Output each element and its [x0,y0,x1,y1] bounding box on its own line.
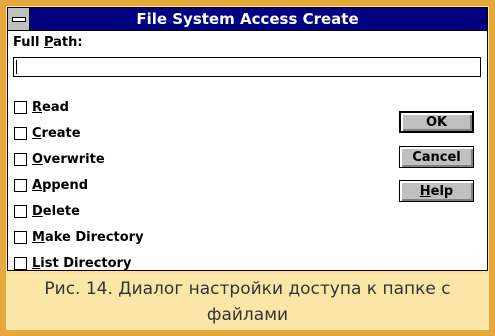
checkbox-label: Append [32,177,89,193]
dialog-window: File System Access Create Full Path: Rea… [7,7,488,271]
figure-caption: Рис. 14. Диалог настройки доступа к папк… [6,274,489,330]
read-checkbox[interactable]: Read [14,94,144,120]
full-path-label: Full Path: [13,35,83,50]
system-menu-icon [11,16,26,22]
append-checkbox[interactable]: Append [14,172,144,198]
checkbox-label: Overwrite [32,151,105,167]
create-checkbox[interactable]: Create [14,120,144,146]
checkbox-label: Create [32,125,81,141]
cancel-button[interactable]: Cancel [399,146,474,168]
checkbox-label: Delete [32,203,80,219]
checkbox-label: Make Directory [32,229,144,245]
checkbox-label: Read [32,99,69,115]
checkbox-box[interactable] [14,256,27,270]
full-path-input[interactable] [13,57,481,77]
list-directory-checkbox[interactable]: List Directory [14,250,144,276]
help-button[interactable]: Help [399,180,474,202]
checkbox-box[interactable] [14,152,27,166]
checkbox-label: List Directory [32,255,132,271]
title-bar: File System Access Create [8,8,487,31]
permission-checkboxes: Read Create Overwrite Append Delete Make… [14,94,144,276]
checkbox-box[interactable] [14,204,27,218]
checkbox-box[interactable] [14,126,27,140]
system-menu-button[interactable] [8,8,30,30]
checkbox-box[interactable] [14,230,27,244]
ok-button[interactable]: OK [399,111,474,133]
checkbox-box[interactable] [14,178,27,192]
dialog-title: File System Access Create [136,10,359,28]
overwrite-checkbox[interactable]: Overwrite [14,146,144,172]
make-directory-checkbox[interactable]: Make Directory [14,224,144,250]
text-caret [16,60,17,74]
checkbox-box[interactable] [14,100,27,114]
delete-checkbox[interactable]: Delete [14,198,144,224]
